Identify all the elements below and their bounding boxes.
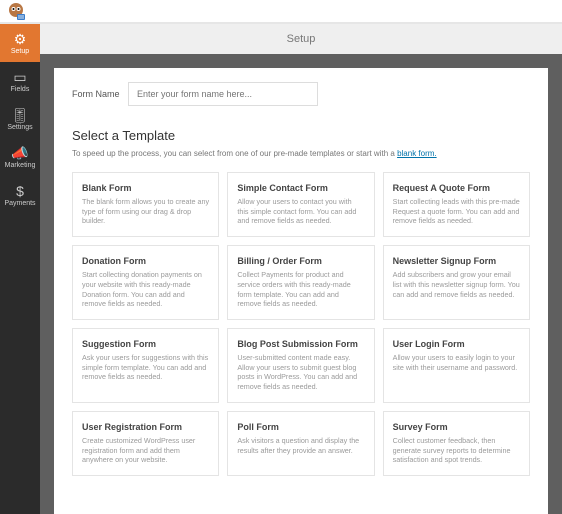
template-card-title: Survey Form (393, 422, 520, 432)
template-card-title: Simple Contact Form (237, 183, 364, 193)
template-card-desc: Create customized WordPress user registr… (82, 436, 209, 465)
template-card[interactable]: Donation Form Start collecting donation p… (72, 245, 219, 320)
template-card-desc: Allow your users to easily login to your… (393, 353, 520, 372)
template-card-desc: User-submitted content made easy. Allow … (237, 353, 364, 392)
top-bar (0, 0, 562, 24)
template-card-title: Newsletter Signup Form (393, 256, 520, 266)
template-card-title: Request A Quote Form (393, 183, 520, 193)
template-card-desc: Start collecting leads with this pre-mad… (393, 197, 520, 226)
template-card-title: Blog Post Submission Form (237, 339, 364, 349)
blank-form-link[interactable]: blank form. (397, 149, 437, 158)
template-card-title: Blank Form (82, 183, 209, 193)
megaphone-icon: 📣 (11, 146, 28, 160)
hint-text: To speed up the process, you can select … (72, 149, 397, 158)
fields-icon: ▭ (13, 70, 26, 84)
dollar-icon: $ (16, 184, 24, 198)
sidebar-item-payments[interactable]: $ Payments (0, 176, 40, 214)
template-card[interactable]: User Registration Form Create customized … (72, 411, 219, 476)
template-card-desc: Add subscribers and grow your email list… (393, 270, 520, 299)
sidebar-item-settings[interactable]: 🎚 Settings (0, 100, 40, 138)
template-card-title: User Login Form (393, 339, 520, 349)
template-card[interactable]: Blog Post Submission Form User-submitted … (227, 328, 374, 403)
form-name-label: Form Name (72, 89, 128, 99)
sidebar-item-label: Payments (4, 200, 35, 207)
mascot-icon (6, 1, 26, 21)
template-card[interactable]: Suggestion Form Ask your users for sugges… (72, 328, 219, 403)
template-card[interactable]: Poll Form Ask visitors a question and dis… (227, 411, 374, 476)
template-card[interactable]: Blank Form The blank form allows you to c… (72, 172, 219, 237)
template-grid: Blank Form The blank form allows you to c… (72, 172, 530, 476)
template-card-desc: Ask visitors a question and display the … (237, 436, 364, 455)
template-card-title: Poll Form (237, 422, 364, 432)
template-card[interactable]: Request A Quote Form Start collecting lea… (383, 172, 530, 237)
sidebar-item-setup[interactable]: ⚙ Setup (0, 24, 40, 62)
template-card-title: Donation Form (82, 256, 209, 266)
panel-title: Setup (40, 24, 562, 54)
sidebar-item-label: Marketing (5, 162, 36, 169)
template-card[interactable]: Newsletter Signup Form Add subscribers an… (383, 245, 530, 320)
template-hint: To speed up the process, you can select … (72, 149, 530, 158)
template-card[interactable]: Survey Form Collect customer feedback, th… (383, 411, 530, 476)
template-card[interactable]: User Login Form Allow your users to easil… (383, 328, 530, 403)
sidebar: ⚙ Setup ▭ Fields 🎚 Settings 📣 Marketing … (0, 24, 40, 514)
template-card-desc: The blank form allows you to create any … (82, 197, 209, 226)
sidebar-item-label: Setup (11, 48, 29, 55)
template-card-desc: Allow your users to contact you with thi… (237, 197, 364, 226)
sidebar-item-marketing[interactable]: 📣 Marketing (0, 138, 40, 176)
template-card-title: User Registration Form (82, 422, 209, 432)
template-card-desc: Collect Payments for product and service… (237, 270, 364, 309)
sliders-icon: 🎚 (11, 108, 29, 122)
sidebar-item-fields[interactable]: ▭ Fields (0, 62, 40, 100)
form-name-input[interactable] (128, 82, 318, 106)
select-template-title: Select a Template (72, 128, 530, 143)
template-card-title: Billing / Order Form (237, 256, 364, 266)
gear-icon: ⚙ (14, 32, 27, 46)
sidebar-item-label: Settings (7, 124, 32, 131)
template-card-desc: Ask your users for suggestions with this… (82, 353, 209, 382)
template-card-title: Suggestion Form (82, 339, 209, 349)
template-card-desc: Start collecting donation payments on yo… (82, 270, 209, 309)
template-card[interactable]: Simple Contact Form Allow your users to c… (227, 172, 374, 237)
template-card-desc: Collect customer feedback, then generate… (393, 436, 520, 465)
sidebar-item-label: Fields (11, 86, 30, 93)
template-card[interactable]: Billing / Order Form Collect Payments for… (227, 245, 374, 320)
